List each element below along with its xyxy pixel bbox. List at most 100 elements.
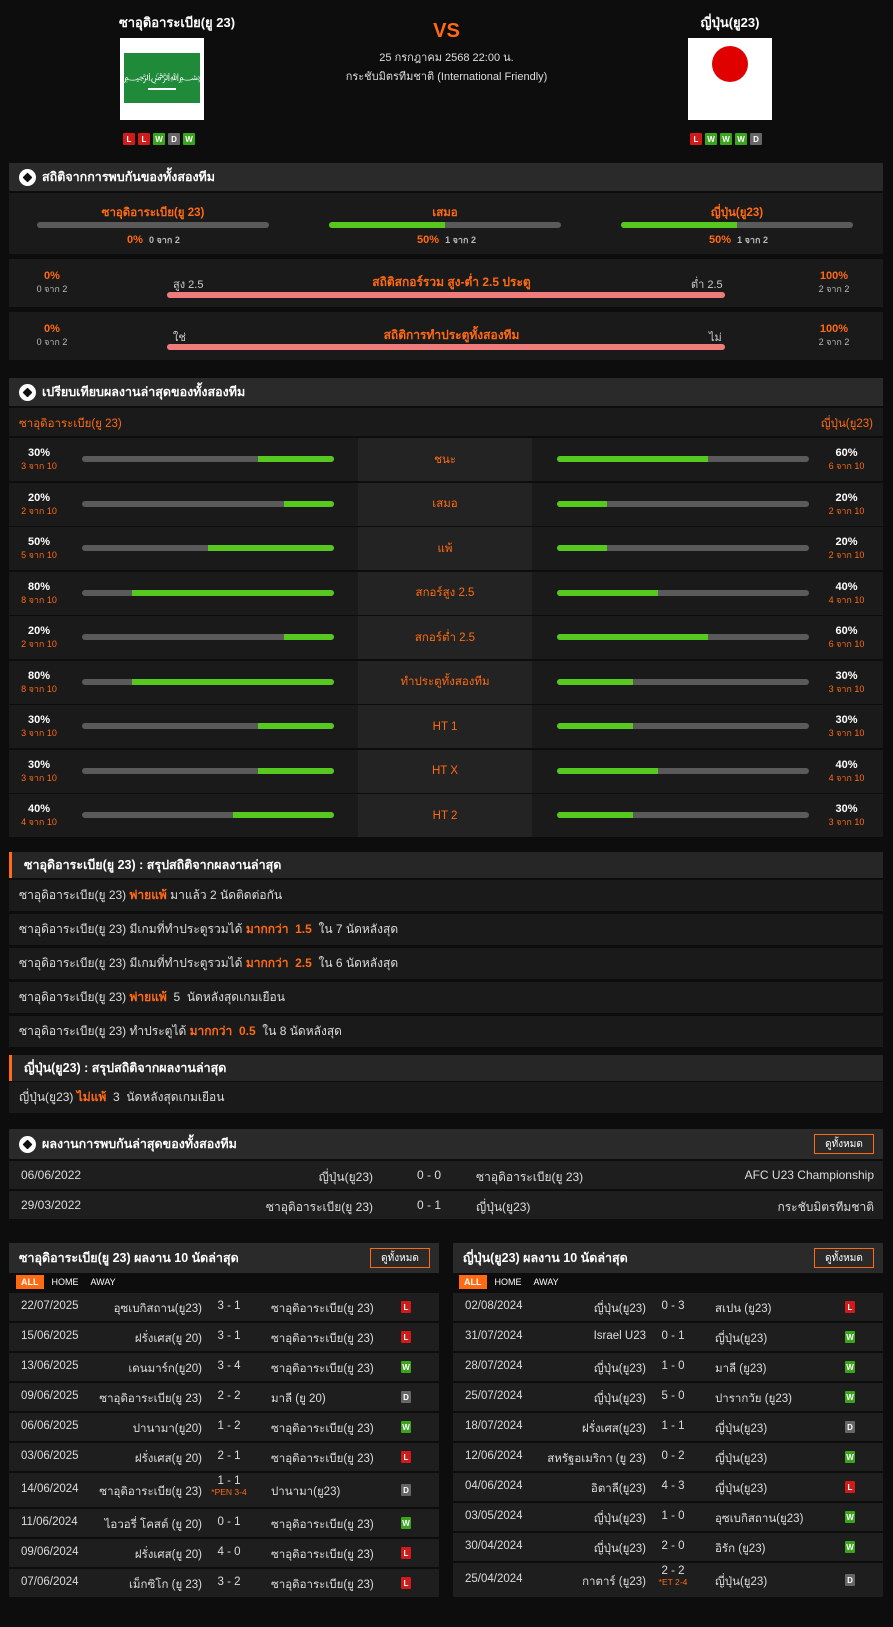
score: 3 - 4 [217, 1360, 241, 1372]
h2h-home-label: ซาอุดิอาระเบีย(ยู 23) [101, 207, 205, 219]
away-last10-view-all-button[interactable]: ดูทั้งหมด [814, 1248, 874, 1268]
filter-all-tab[interactable]: ALL [16, 1275, 44, 1289]
away-team: ซาอุดิอาระเบีย(ยู 23) [271, 1519, 374, 1531]
score: 3 - 1 [217, 1300, 241, 1312]
away-bar [557, 812, 809, 818]
match-row[interactable]: 06/06/2025 ปานามา(ยู20) 1 - 2 ซาอุดิอาระเบี… [9, 1413, 439, 1441]
score: 0 - 1 [416, 1198, 441, 1212]
score: 1 - 1 [217, 1475, 241, 1487]
match-date: 14/06/2024 [21, 1483, 79, 1495]
match-row[interactable]: 31/07/2024 Israel U23 0 - 1 ญี่ปุ่น(ยู23) W [453, 1323, 883, 1351]
compare-label: HT X [358, 749, 532, 793]
filter-away-tab[interactable]: AWAY [87, 1275, 120, 1289]
h2h-draw-sub: 1 จาก 2 [445, 235, 476, 245]
h2h-stats-header: สถิติจากการพบกันของทั้งสองทีม [9, 163, 883, 191]
home-team: อิตาลี(ยู23) [590, 1483, 646, 1495]
score: 1 - 1 [661, 1420, 685, 1432]
ou-left-pct: 0% [44, 270, 60, 282]
match-header: ซาอุดิอาระเบีย(ยู 23) ﷽ LLWDW VS 25 กรกฎ… [0, 0, 893, 156]
away-bar [557, 767, 809, 774]
compare-away-pct: 60% 6 จาก 10 [824, 447, 869, 473]
away-team-flag[interactable] [688, 38, 772, 120]
match-row[interactable]: 03/05/2024 ญี่ปุ่น(ยู23) 1 - 0 อุซเบกิสถาน(… [453, 1503, 883, 1531]
form-badge: L [690, 133, 702, 145]
match-date: 15/06/2025 [21, 1330, 79, 1342]
compare-home-pct: 20% 2 จาก 10 [19, 625, 59, 651]
summary-text: ญี่ปุ่น(ยู23) [19, 1090, 77, 1104]
match-row[interactable]: 28/07/2024 ญี่ปุ่น(ยู23) 1 - 0 มาลี (ยู23) W [453, 1353, 883, 1381]
match-row[interactable]: 25/04/2024 กาตาร์ (ยู23) 2 - 2 *ET 2-4 ญี่ปุ… [453, 1563, 883, 1597]
home-last10-view-all-button[interactable]: ดูทั้งหมด [370, 1248, 430, 1268]
filter-all-tab[interactable]: ALL [459, 1275, 487, 1289]
away-bar-fill [557, 767, 658, 774]
away-team: ญี่ปุ่น(ยู23) [715, 1423, 768, 1435]
score: 2 - 2 [661, 1565, 685, 1577]
score: 0 - 3 [661, 1300, 685, 1312]
away-bar-fill [557, 545, 608, 551]
home-last10-filters: ALL HOME AWAY [16, 1275, 120, 1289]
h2h-view-all-button[interactable]: ดูทั้งหมด [814, 1134, 874, 1154]
home-pct: 20% [27, 491, 51, 504]
match-row[interactable]: 12/06/2024 สหรัฐอเมริกา (ยู 23) 0 - 2 ญี่ปุ… [453, 1443, 883, 1471]
btts-title: สถิติการทำประตูทั้งสองทีม [383, 328, 520, 342]
away-team-name[interactable]: ญี่ปุ่น(ยู23) [630, 12, 830, 33]
match-row[interactable]: 30/04/2024 ญี่ปุ่น(ยู23) 2 - 0 อิรัก (ยู23)… [453, 1533, 883, 1561]
ou-left-sub: 0 จาก 2 [36, 284, 68, 294]
home-team: ซาอุดิอาระเบีย(ยู 23) [265, 1200, 373, 1214]
competition: กระชับมิตรทีมชาติ [777, 1200, 874, 1214]
match-row[interactable]: 04/06/2024 อิตาลี(ยู23) 4 - 3 ญี่ปุ่น(ยู23)… [453, 1473, 883, 1501]
compare-row: 30% 3 จาก 10 HT 1 30% 3 จาก 10 [9, 705, 883, 748]
h2h-result-row[interactable]: 29/03/2022 ซาอุดิอาระเบีย(ยู 23) 0 - 1 ญี่ป… [9, 1191, 883, 1219]
match-date: 09/06/2024 [21, 1546, 79, 1558]
h2h-result-row[interactable]: 06/06/2022 ญี่ปุ่น(ยู23) 0 - 0 ซาอุดิอาระเบ… [9, 1161, 883, 1189]
match-row[interactable]: 09/06/2025 ซาอุดิอาระเบีย(ยู 23) 2 - 2 มาลี… [9, 1383, 439, 1411]
away-bar [557, 456, 809, 462]
match-row[interactable]: 15/06/2025 ฝรั่งเศส(ยู 20) 3 - 1 ซาอุดิอาระ… [9, 1323, 439, 1351]
filter-away-tab[interactable]: AWAY [530, 1275, 563, 1289]
form-badge: D [750, 133, 762, 145]
home-sub: 3 จาก 10 [21, 461, 57, 471]
match-date: 12/06/2024 [465, 1450, 523, 1462]
filter-home-tab[interactable]: HOME [48, 1275, 83, 1289]
away-form-badges: LWWWD [690, 133, 762, 145]
score: 2 - 1 [217, 1450, 241, 1462]
compare-row: 30% 3 จาก 10 HT X 40% 4 จาก 10 [9, 749, 883, 793]
match-row[interactable]: 25/07/2024 ญี่ปุ่น(ยู23) 5 - 0 ปารากวัย (ยู… [453, 1383, 883, 1411]
match-date: 06/06/2022 [21, 1168, 82, 1182]
score: 4 - 3 [661, 1480, 685, 1492]
result-badge: W [845, 1451, 855, 1463]
match-row[interactable]: 09/06/2024 ฝรั่งเศส(ยู 20) 4 - 0 ซาอุดิอาระ… [9, 1539, 439, 1567]
score: 0 - 0 [416, 1168, 441, 1182]
over-under-panel: 0% 0 จาก 2 สูง 2.5 สถิติสกอร์รวม สูง-ต่ำ … [9, 259, 883, 307]
compare-home-pct: 30% 3 จาก 10 [19, 759, 59, 785]
away-sub: 3 จาก 10 [828, 728, 865, 738]
compare-row: 20% 2 จาก 10 เสมอ 20% 2 จาก 10 [9, 482, 883, 526]
match-row[interactable]: 13/06/2025 เดนมาร์ก(ยู20) 3 - 4 ซาอุดิอาระเ… [9, 1353, 439, 1381]
match-row[interactable]: 22/07/2025 อุซเบกิสถาน(ยู23) 3 - 1 ซาอุดิอา… [9, 1293, 439, 1321]
away-bar-fill [557, 678, 633, 685]
home-pct: 50% [27, 536, 51, 548]
home-sub: 3 จาก 10 [21, 728, 57, 738]
match-row[interactable]: 11/06/2024 ไอวอรี่ โคสต์ (ยู 20) 0 - 1 ซาอุ… [9, 1509, 439, 1537]
match-row[interactable]: 14/06/2024 ซาอุดิอาระเบีย(ยู 23) 1 - 1 *PEN… [9, 1473, 439, 1507]
match-row[interactable]: 18/07/2024 ฝรั่งเศส(ยู23) 1 - 1 ญี่ปุ่น(ยู2… [453, 1413, 883, 1441]
match-row[interactable]: 07/06/2024 เม็กซิโก (ยู 23) 3 - 2 ซาอุดิอาร… [9, 1569, 439, 1597]
away-sub: 4 จาก 10 [828, 772, 865, 783]
result-badge: W [845, 1511, 855, 1523]
filter-home-tab[interactable]: HOME [491, 1275, 526, 1289]
form-badge: W [183, 133, 195, 145]
result-badge: W [401, 1421, 411, 1433]
match-row[interactable]: 02/08/2024 ญี่ปุ่น(ยู23) 0 - 3 สเปน (ยู23) L [453, 1293, 883, 1321]
btts-right-sub: 2 จาก 2 [818, 337, 850, 347]
home-bar [82, 500, 334, 507]
summary-text: ซาอุดิอาระเบีย(ยู 23) มีเกมที่ทำประตูรวม… [19, 956, 246, 970]
away-bar-fill [557, 589, 658, 596]
h2h-home-sub: 0 จาก 2 [149, 235, 180, 245]
match-row[interactable]: 03/06/2025 ฝรั่งเศส(ยู 20) 2 - 1 ซาอุดิอาระ… [9, 1443, 439, 1471]
away-pct: 30% [835, 803, 858, 815]
result-badge: W [401, 1361, 411, 1373]
h2h-away-bar [621, 222, 853, 228]
compare-label: สกอร์ต่ำ 2.5 [358, 616, 532, 659]
away-sub: 3 จาก 10 [828, 817, 865, 827]
japan-flag-icon [688, 38, 772, 90]
